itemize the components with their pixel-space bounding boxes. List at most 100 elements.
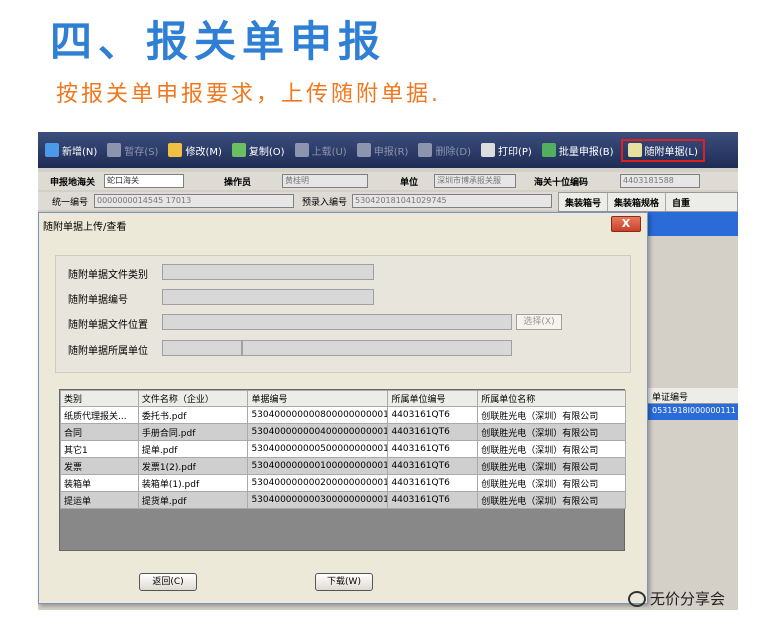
toolbar-button-label: 暂存(S) (124, 146, 159, 158)
table-cell: 4403161QT6 (387, 491, 479, 509)
table-cell: 提单.pdf (137, 440, 249, 458)
table-cell: 4403161QT6 (387, 440, 479, 458)
unified-label: 统一编号 (52, 198, 89, 208)
code-label: 海关十位编码 (534, 178, 589, 188)
watermark: 无价分享会 (628, 588, 725, 609)
table-cell: 4403161QT6 (387, 457, 479, 475)
table-cell: 装箱单(1).pdf (137, 474, 249, 492)
toolbar-button-edit[interactable]: 修改(M) (165, 141, 224, 160)
toolbar-button-label: 打印(P) (497, 146, 532, 158)
table-cell: 合同 (60, 423, 139, 441)
table-cell: 4403161QT6 (387, 474, 479, 492)
cert-cell[interactable]: 0531918I000000111 (648, 404, 738, 420)
table-row[interactable]: 装箱单装箱单(1).pdf530400000000200000000001859… (60, 474, 626, 492)
form-row-1: 申报地海关 蛇口海关 操作员 黄桂明 单位 深圳市博承报关服 海关十位编码 44… (38, 172, 738, 190)
toolbar-button-label: 修改(M) (185, 146, 222, 158)
table-cell: 发票1(2).pdf (137, 457, 249, 475)
table-row[interactable]: 提运单提货单.pdf530400000000300000000001859...… (60, 491, 626, 509)
table-cell: 530400000000400000000001859... (247, 423, 389, 441)
table-cell: 创联胜光电（深圳）有限公司 (477, 474, 626, 492)
toolbar-button-label: 批量申报(B) (558, 146, 614, 158)
unit-label: 单位 (400, 178, 419, 188)
table-cell: 创联胜光电（深圳）有限公司 (477, 406, 626, 424)
close-button[interactable]: X (611, 216, 641, 232)
watermark-text: 无价分享会 (650, 590, 726, 608)
file-location-label: 随附单据文件位置 (68, 320, 148, 331)
table-row[interactable]: 合同手册合同.pdf530400000000400000000001859...… (60, 423, 626, 441)
unified-field[interactable]: 0000000014545 17013 (94, 194, 294, 208)
table-cell: 装箱单 (60, 474, 139, 492)
pre-label: 预录入编号 (302, 198, 348, 208)
col-container-no[interactable]: 集装箱号 (559, 193, 609, 211)
toolbar-button-label: 申报(R) (373, 146, 409, 158)
toolbar-button-label: 删除(D) (435, 146, 471, 158)
table-cell: 其它1 (60, 440, 139, 458)
cert-grid: 单证编号 0531918I000000111 (648, 388, 738, 420)
table-row[interactable]: 其它1提单.pdf530400000000500000000001859...4… (60, 440, 626, 458)
customs-label: 申报地海关 (50, 178, 96, 188)
copy-icon (231, 143, 246, 157)
toolbar-button-upload[interactable]: 上载(U) (292, 141, 350, 160)
grid-column-header[interactable]: 类别 (60, 390, 139, 407)
batch-icon (541, 143, 556, 157)
toolbar-button-label: 复制(O) (248, 146, 285, 158)
declare-icon (356, 143, 371, 157)
toolbar-button-declare[interactable]: 申报(R) (354, 141, 412, 160)
wechat-icon (628, 590, 646, 607)
download-button[interactable]: 下载(W) (315, 573, 373, 591)
edit-icon (168, 143, 183, 157)
attachment-dialog: 随附单据上传/查看 X 随附单据文件类别 随附单据编号 随附单据文件位置 选择(… (38, 212, 648, 604)
attach-icon (627, 143, 642, 157)
toolbar-button-print[interactable]: 打印(P) (478, 141, 535, 160)
doc-no-label: 随附单据编号 (68, 295, 128, 306)
table-row[interactable]: 纸质代理报关... 委托书.pdf 530400000000800000000001… (60, 406, 626, 424)
grid-header-row: 类别 文件名称（企业） 单据编号 所属单位编号 所属单位名称 (60, 390, 626, 407)
dialog-title: 随附单据上传/查看 (43, 222, 127, 233)
owner-unit-name-field[interactable] (242, 340, 512, 356)
page-heading: 四、报关单申报 (50, 17, 387, 66)
back-button[interactable]: 返回(C) (139, 573, 197, 591)
toolbar-button-batch[interactable]: 批量申报(B) (539, 141, 617, 160)
table-cell: 纸质代理报关... (60, 406, 139, 424)
table-cell: 530400000000200000000001859... (247, 474, 389, 492)
code-field[interactable]: 4403181588 (620, 174, 700, 188)
unit-field[interactable]: 深圳市博承报关服 (434, 174, 516, 188)
grid-column-header[interactable]: 所属单位名称 (477, 390, 626, 407)
page-subtitle: 按报关单申报要求，上传随附单据. (56, 82, 441, 107)
cert-header[interactable]: 单证编号 (648, 388, 738, 404)
grid-column-header[interactable]: 所属单位编号 (387, 390, 479, 407)
toolbar: 新增(N) 暂存(S) 修改(M) 复制(O) 上载(U) 申报(R) 删除(D) 打印(P)… (38, 132, 738, 168)
file-type-field[interactable] (162, 264, 374, 280)
print-icon (480, 143, 495, 157)
table-cell: 530400000000500000000001859... (247, 440, 389, 458)
table-row[interactable]: 发票发票1(2).pdf530400000000100000000001859.… (60, 457, 626, 475)
customs-field[interactable]: 蛇口海关 (104, 174, 184, 188)
owner-unit-code-field[interactable] (162, 340, 242, 356)
dialog-title-bar: 随附单据上传/查看 X (39, 213, 647, 235)
toolbar-button-label: 上载(U) (311, 146, 347, 158)
doc-no-field[interactable] (162, 289, 374, 305)
upload-icon (294, 143, 309, 157)
grid-column-header[interactable]: 单据编号 (247, 390, 389, 407)
toolbar-button-attach[interactable]: 随附单据(L) (620, 138, 705, 162)
table-cell: 手册合同.pdf (137, 423, 249, 441)
attachment-grid: 类别 文件名称（企业） 单据编号 所属单位编号 所属单位名称 纸质代理报关... 委托书.… (59, 389, 626, 551)
attachment-form-panel: 随附单据文件类别 随附单据编号 随附单据文件位置 选择(X) 随附单据所属单位 (55, 255, 631, 373)
delete-icon (418, 143, 433, 157)
col-tare-weight[interactable]: 自重 (666, 193, 696, 211)
toolbar-button-copy[interactable]: 复制(O) (229, 141, 288, 160)
toolbar-button-label: 新增(N) (62, 146, 98, 158)
file-type-label: 随附单据文件类别 (68, 270, 148, 281)
toolbar-button-save[interactable]: 暂存(S) (104, 141, 161, 160)
grid-column-header[interactable]: 文件名称（企业） (137, 390, 249, 407)
operator-field[interactable]: 黄桂明 (282, 174, 368, 188)
col-container-spec[interactable]: 集装箱规格 (608, 193, 667, 211)
table-cell: 提货单.pdf (137, 491, 249, 509)
toolbar-button-label: 随附单据(L) (644, 146, 698, 158)
toolbar-button-new[interactable]: 新增(N) (42, 141, 100, 160)
table-cell: 530400000000800000000001859... (247, 406, 389, 424)
file-location-field[interactable] (162, 314, 512, 330)
select-button[interactable]: 选择(X) (516, 314, 562, 330)
pre-field[interactable]: 530420181041029745 (352, 194, 552, 208)
toolbar-button-delete[interactable]: 删除(D) (415, 141, 474, 160)
